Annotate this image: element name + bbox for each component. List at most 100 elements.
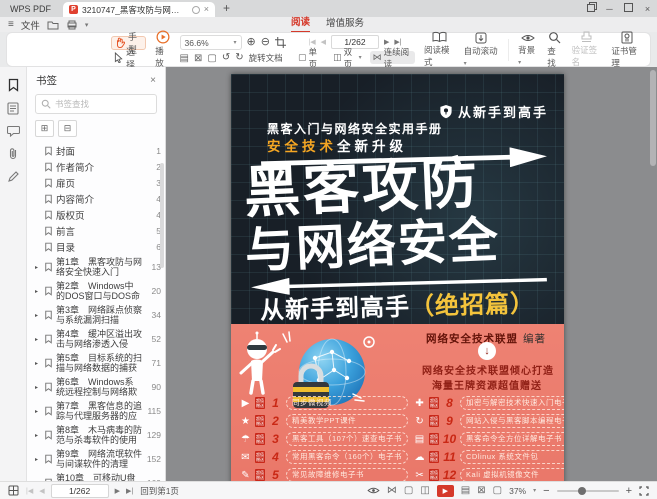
- select-tool-button[interactable]: 选择: [111, 52, 146, 64]
- document-scrollbar[interactable]: [650, 70, 656, 166]
- hamburger-menu-icon[interactable]: ≡: [8, 20, 14, 30]
- expand-caret-icon[interactable]: ▸: [35, 432, 41, 439]
- bookmark-page: 20: [145, 286, 161, 296]
- double-page-button[interactable]: ◫双页▾: [330, 51, 365, 64]
- document-viewport[interactable]: 从新手到高手 黑客入门与网络安全实用手册 安全技术全新升级 黑客攻防 与网络安全…: [166, 67, 657, 482]
- zoom-minus-icon[interactable]: −: [543, 485, 549, 497]
- feature-number: 10: [442, 432, 457, 446]
- bookmark-item[interactable]: 内容简介4: [27, 191, 165, 207]
- bookmark-item[interactable]: ▸第1章 黑客攻防与网络安全快速入门13: [27, 255, 165, 279]
- feature-number: 5: [268, 468, 283, 482]
- new-tab-button[interactable]: +: [215, 1, 238, 17]
- print-icon[interactable]: [66, 20, 78, 30]
- zoom-out-icon[interactable]: ⊖: [261, 37, 270, 48]
- rotate-right-icon[interactable]: ↻: [235, 53, 243, 63]
- bookmark-item[interactable]: ▸第6章 Windows系统远程控制与网络欺骗90: [27, 375, 165, 399]
- bookmark-icon: [44, 178, 53, 188]
- signature-panel-icon[interactable]: [7, 170, 20, 183]
- bookmark-item[interactable]: 版权页4: [27, 207, 165, 223]
- last-page-icon[interactable]: ▶|: [126, 487, 133, 495]
- bookmark-item[interactable]: ▸第7章 黑客信息的追踪与代理服务器的应用115: [27, 399, 165, 423]
- bookmark-page: 6: [145, 242, 161, 252]
- bookmark-item[interactable]: ▸第5章 目标系统的扫描与网络数据的捕获71: [27, 351, 165, 375]
- single-page-icon[interactable]: ▢: [404, 485, 413, 496]
- bookmark-item[interactable]: ▸第4章 缓冲区溢出攻击与网络渗透入侵52: [27, 327, 165, 351]
- zoom-slider[interactable]: [557, 490, 619, 492]
- fit-page-icon[interactable]: ▤: [180, 53, 189, 64]
- actual-size-icon[interactable]: ▢: [493, 485, 502, 496]
- expand-caret-icon[interactable]: ▸: [35, 264, 41, 271]
- rotate-document-button[interactable]: 旋转文档: [249, 52, 283, 64]
- expand-caret-icon[interactable]: ▸: [35, 456, 41, 463]
- thumbnail-grid-icon[interactable]: [8, 485, 19, 496]
- tab-value-services[interactable]: 增值服务: [326, 17, 364, 32]
- folder-icon: ▤: [413, 434, 426, 445]
- double-page-icon[interactable]: ◫: [420, 485, 429, 496]
- bookmark-label: 第6章 Windows系统远程控制与网络欺骗: [56, 377, 142, 398]
- find-button[interactable]: 查找: [547, 31, 562, 69]
- expand-caret-icon[interactable]: ▸: [35, 288, 41, 295]
- read-mode-button[interactable]: 阅读模式: [424, 31, 455, 68]
- single-page-button[interactable]: ▢单页: [295, 51, 325, 64]
- tab-read[interactable]: 阅读: [291, 16, 310, 33]
- bookmark-item[interactable]: 前言5: [27, 223, 165, 239]
- zoom-select[interactable]: 36.6% ▾: [180, 35, 242, 50]
- bookmark-item[interactable]: ▸第8章 木马病毒的防范与杀毒软件的使用129: [27, 423, 165, 447]
- first-page-icon[interactable]: |◀: [26, 487, 33, 495]
- play-button[interactable]: 播放: [155, 30, 170, 69]
- eye-icon[interactable]: [367, 486, 380, 495]
- prev-page-icon[interactable]: ◀: [39, 487, 44, 495]
- expand-all-button[interactable]: ⊞: [35, 120, 54, 137]
- thumbnails-panel-icon[interactable]: [7, 102, 19, 115]
- bookmark-item[interactable]: 作者简介2: [27, 159, 165, 175]
- auto-scroll-button[interactable]: 自动滚动 ▾: [464, 32, 500, 67]
- rotate-left-icon[interactable]: ↺: [222, 53, 230, 63]
- comments-panel-icon[interactable]: [7, 125, 20, 137]
- window-maximize-button[interactable]: [619, 3, 638, 17]
- panel-close-icon[interactable]: ×: [150, 75, 156, 86]
- open-folder-icon[interactable]: [47, 20, 59, 30]
- window-layout-button[interactable]: [581, 4, 600, 17]
- bookmark-item[interactable]: 扉页3: [27, 175, 165, 191]
- crop-icon[interactable]: [275, 37, 286, 48]
- expand-caret-icon[interactable]: ▸: [35, 384, 41, 391]
- collapse-all-button[interactable]: ⊟: [58, 120, 77, 137]
- file-menu[interactable]: 文件: [21, 18, 40, 32]
- statusbar-page-input[interactable]: 1/262: [51, 484, 109, 498]
- expand-caret-icon[interactable]: ▸: [35, 360, 41, 367]
- background-button[interactable]: 背景 ▾: [518, 33, 538, 66]
- zoom-plus-icon[interactable]: +: [626, 485, 632, 497]
- certificate-manage-button[interactable]: 证书管理: [611, 31, 642, 69]
- fit-width-icon[interactable]: ⊠: [477, 485, 485, 496]
- bookmark-item[interactable]: 封面1: [27, 143, 165, 159]
- actual-size-icon[interactable]: ▢: [207, 53, 216, 64]
- next-page-icon[interactable]: ▶: [115, 487, 120, 495]
- fit-page-icon[interactable]: ▤: [461, 485, 470, 496]
- window-minimize-button[interactable]: ─: [600, 4, 619, 17]
- tab-close-icon[interactable]: ×: [204, 5, 209, 14]
- zoom-slider-knob[interactable]: [578, 487, 586, 495]
- bookmarks-panel-icon[interactable]: [7, 78, 20, 92]
- expand-caret-icon[interactable]: ▸: [35, 408, 41, 415]
- document-tab[interactable]: P 3210747_黑客攻防与网络安... ×: [63, 2, 215, 17]
- zoom-in-icon[interactable]: ⊕: [247, 37, 256, 48]
- bookmark-item[interactable]: ▸第2章 Windows中的DOS窗口与DOS命令20: [27, 279, 165, 303]
- continuous-icon[interactable]: ⋈: [387, 485, 397, 496]
- attachments-panel-icon[interactable]: [7, 147, 19, 160]
- fit-width-icon[interactable]: ⊠: [194, 53, 202, 64]
- play-mode-button[interactable]: ▶: [437, 485, 454, 497]
- continuous-read-button[interactable]: ⋈连续阅读: [370, 51, 415, 64]
- back-to-first-page-button[interactable]: 回到第1页: [140, 485, 179, 497]
- bookmark-item[interactable]: ▸第9章 网络流氓软件与间谍软件的清理152: [27, 447, 165, 471]
- statusbar-zoom-value[interactable]: 37%: [509, 486, 526, 496]
- panel-scrollbar[interactable]: [160, 163, 164, 268]
- expand-caret-icon[interactable]: ▸: [35, 336, 41, 343]
- fullscreen-icon[interactable]: [639, 486, 649, 496]
- chevron-down-icon[interactable]: ▾: [85, 21, 89, 29]
- bookmark-search-input[interactable]: 书签查找: [35, 94, 157, 114]
- window-close-button[interactable]: ×: [638, 4, 657, 17]
- bookmark-item[interactable]: ▸第3章 网络踩点侦察与系统漏洞扫描34: [27, 303, 165, 327]
- expand-caret-icon[interactable]: ▸: [35, 312, 41, 319]
- app-home-button[interactable]: WPS PDF: [0, 4, 63, 17]
- bookmark-item[interactable]: 目录6: [27, 239, 165, 255]
